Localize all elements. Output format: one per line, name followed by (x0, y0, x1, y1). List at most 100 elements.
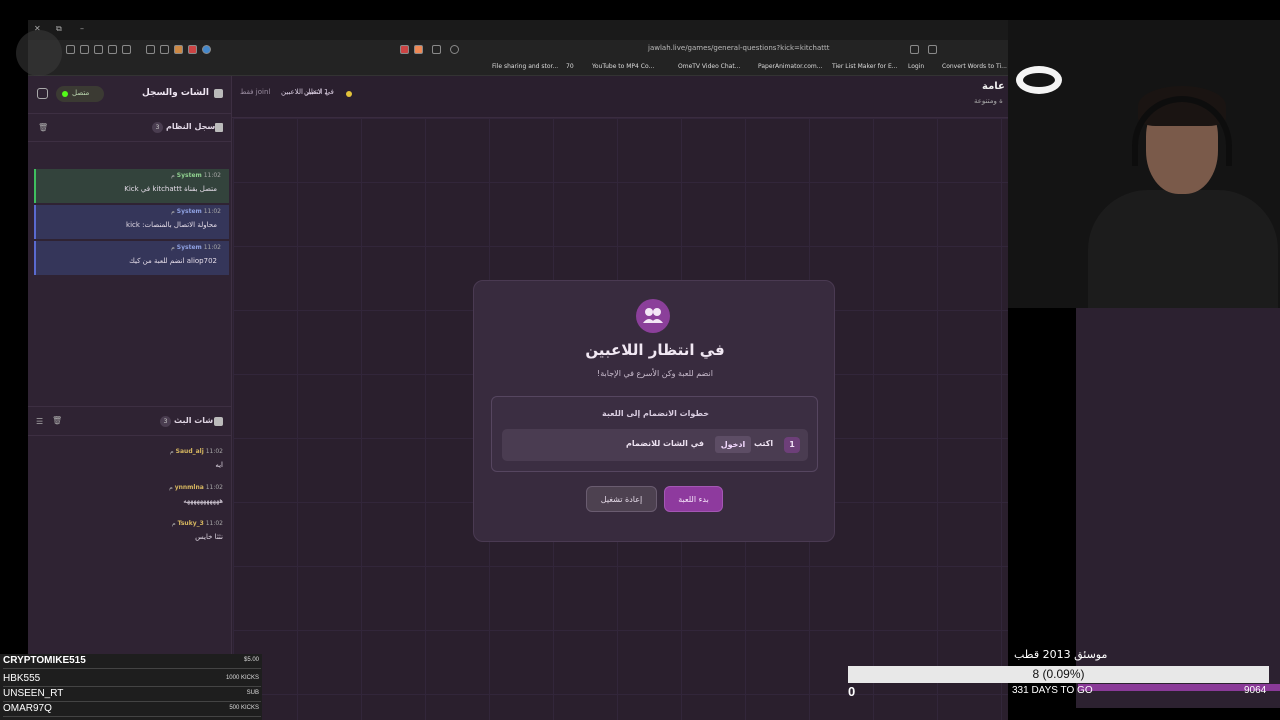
donor-row: OMAR97Q 500 KICKS (3, 702, 261, 717)
restart-button[interactable]: إعادة تشغيل (586, 486, 657, 512)
chat-message: ynnmlna 11:02 م هههههههههههه (43, 484, 223, 514)
goal-min: 0 (848, 684, 856, 699)
card-title: في انتظار اللاعبين (585, 341, 725, 359)
join-steps-box: خطوات الانضمام إلى اللعبة 1 اكتب ادخول ف… (491, 396, 818, 472)
connection-status: متصل (72, 89, 90, 97)
goal-value: 8 (0.09%) (1032, 667, 1085, 681)
bookmark-item[interactable]: File sharing and stor... (492, 63, 558, 70)
log-message: System 11:02 م متصل بقناة kitchattt في K… (34, 169, 229, 203)
zoom-icon[interactable] (450, 45, 459, 54)
bookmark-icon[interactable] (928, 45, 937, 54)
chat-message: Saud_alj 11:02 م ايه (43, 448, 223, 478)
bookmarks-bar: File sharing and stor... 70 YouTube to M… (28, 60, 1008, 76)
log-text: aliop702 انضم للعبة من كيك (129, 257, 217, 265)
donor-name: HBK555 (3, 673, 41, 684)
bookmark-item[interactable]: YouTube to MP4 Co... (592, 63, 654, 70)
url-bar[interactable]: jawlah.live/games/general-questions?kick… (648, 44, 829, 52)
screenshot-icon[interactable] (146, 45, 155, 54)
donor-amount: $5.00 (243, 657, 259, 663)
chat-count-badge: 3 (160, 416, 171, 427)
log-text: متصل بقناة kitchattt في Kick (124, 185, 217, 193)
bookmark-item[interactable]: Tier List Maker for E... (832, 63, 897, 70)
waiting-status: في انتظار اللاعبين (281, 88, 334, 96)
chat-user: ynnmlna (174, 484, 204, 491)
chat-header: متصل الشات والسجل (28, 76, 232, 114)
goal-days-left: 331 DAYS TO GO (1012, 685, 1093, 696)
trash-icon[interactable]: 🗑 (52, 416, 62, 425)
log-message: System 11:02 م محاولة الاتصال بالمنصات: … (34, 205, 229, 239)
bookmark-item[interactable]: 70 (566, 63, 574, 70)
streamer-body (1088, 190, 1278, 308)
donor-name: CRYPTOMIKE515 (3, 655, 86, 666)
chat-icon (214, 89, 223, 98)
chat-icon (214, 417, 223, 426)
terminal-icon (215, 123, 223, 132)
brave-icon[interactable] (414, 45, 423, 54)
chat-text: نثثا خايس (195, 533, 223, 541)
sidebar-title: الشات والسجل (142, 88, 209, 98)
donor-row: HBK555 1000 KICKS (3, 672, 261, 687)
restore-window-icon[interactable]: ⧉ (56, 24, 62, 34)
bookmark-item[interactable]: PaperAnimator.com... (758, 63, 822, 70)
collapse-icon[interactable] (37, 88, 48, 99)
screen: ✕ ⧉ – jawlah.live/games/general-question… (0, 0, 1280, 720)
extension-icon[interactable] (174, 45, 183, 54)
waiting-card: في انتظار اللاعبين انضم للعبة وكن الأسرع… (473, 280, 835, 542)
goal-title: موسئق 2013 قطب (1014, 648, 1108, 661)
bookmark-item[interactable]: Convert Words to Ti... (942, 63, 1007, 70)
minimize-window-icon[interactable]: – (80, 24, 84, 33)
donor-name: OMAR97Q (3, 703, 52, 714)
step-prefix: اكتب (754, 439, 774, 448)
steps-title: خطوات الانضمام إلى اللعبة (601, 409, 709, 418)
join-step: 1 اكتب ادخول في الشات للانضمام (502, 429, 808, 461)
donor-amount: SUB (246, 690, 259, 696)
log-message: System 11:02 م aliop702 انضم للعبة من كي… (34, 241, 229, 275)
extension-icon[interactable] (94, 45, 103, 54)
extension-icon[interactable] (66, 45, 75, 54)
connection-badge: متصل (56, 86, 104, 102)
step-suffix: في الشات للانضمام (626, 439, 705, 448)
shield-icon[interactable] (400, 45, 409, 54)
cursor-highlight (16, 30, 62, 76)
webcam-overlay (1008, 20, 1280, 308)
system-log-header: 🗑 3 سجل النظام (28, 114, 232, 142)
share-icon[interactable] (432, 45, 441, 54)
players-icon (636, 299, 670, 333)
start-game-button[interactable]: بدء اللعبة (664, 486, 723, 512)
ring-light-icon (1016, 66, 1062, 94)
chat-message: Tsuky_3 11:02 م نثثا خايس (43, 520, 223, 550)
trash-icon[interactable]: 🗑 (38, 123, 48, 132)
goal-max: 9064 (1244, 685, 1267, 696)
extension-icon[interactable] (202, 45, 211, 54)
filter-icon[interactable]: ☰ (36, 417, 43, 426)
donor-row: CRYPTOMIKE515 $5.00 (3, 654, 261, 669)
chat-sidebar: متصل الشات والسجل 🗑 3 سجل النظام System … (28, 76, 232, 720)
donor-amount: 1000 KICKS (225, 675, 259, 681)
stream-chat-header: ☰ 🗑 3 شات البث (28, 406, 232, 436)
donors-list: CRYPTOMIKE515 $5.00 HBK555 1000 KICKS UN… (0, 654, 262, 720)
extension-icon[interactable] (80, 45, 89, 54)
extension-icon[interactable] (160, 45, 169, 54)
donor-name: UNSEEN_RT (3, 688, 64, 699)
translate-icon[interactable] (910, 45, 919, 54)
extension-icon[interactable] (188, 45, 197, 54)
game-subtitle: ة ومتنوعة (974, 97, 1003, 105)
chat-text: ايه (215, 461, 223, 469)
status-dot-icon (346, 91, 352, 97)
log-user: System (176, 208, 202, 215)
log-text: محاولة الاتصال بالمنصات: kick (126, 221, 217, 229)
browser-toolbar: jawlah.live/games/general-questions?kick… (28, 40, 1008, 60)
donor-row: UNSEEN_RT SUB (3, 687, 261, 702)
system-log-title: سجل النظام (166, 122, 216, 131)
download-icon[interactable] (122, 45, 131, 54)
log-user: System (176, 244, 202, 251)
card-subtitle: انضم للعبة وكن الأسرع في الإجابة! (597, 369, 713, 378)
join-hint: joinl فقط (240, 88, 271, 96)
bookmark-item[interactable]: OmeTV Video Chat... (678, 63, 740, 70)
stream-chat-title: شات البث (174, 416, 214, 425)
log-user: System (176, 172, 202, 179)
bookmark-item[interactable]: Login (908, 63, 924, 70)
chat-text: هههههههههههه (183, 497, 223, 505)
music-icon[interactable] (108, 45, 117, 54)
game-title: عامة (982, 81, 1005, 92)
